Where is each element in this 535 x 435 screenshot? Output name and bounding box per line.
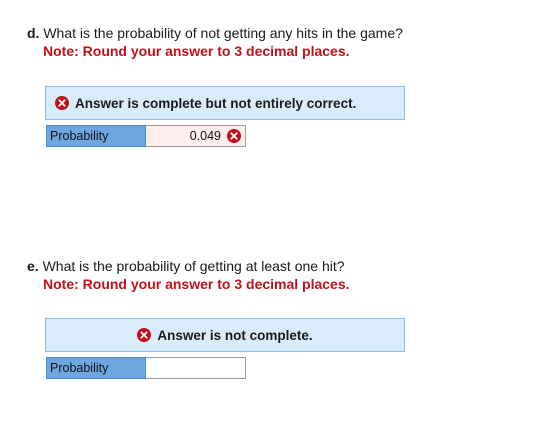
probability-input-e[interactable] [146,357,246,379]
question-e: e. What is the probability of getting at… [27,258,345,274]
probability-input-d[interactable]: 0.049 [146,125,246,147]
note-e: Note: Round your answer to 3 decimal pla… [43,276,350,292]
answer-row-e: Probability [46,357,246,379]
question-d: d. What is the probability of not gettin… [27,25,403,41]
probability-input-d-value: 0.049 [189,129,221,143]
feedback-banner-e-text: Answer is not complete. [157,327,313,343]
probability-label-e: Probability [46,357,146,379]
error-x-icon [137,328,152,342]
question-d-text: What is the probability of not getting a… [43,25,403,41]
feedback-banner-e: Answer is not complete. [45,318,405,352]
feedback-banner-d-text: Answer is complete but not entirely corr… [75,95,357,111]
question-e-text: What is the probability of getting at le… [42,258,345,274]
question-d-letter: d. [27,25,40,41]
note-d: Note: Round your answer to 3 decimal pla… [43,43,350,59]
question-e-letter: e. [27,258,39,274]
feedback-banner-d: Answer is complete but not entirely corr… [45,86,405,120]
answer-row-d: Probability 0.049 [46,125,246,147]
probability-label-d: Probability [46,125,146,147]
incorrect-x-icon [227,129,241,143]
error-x-icon [55,96,69,110]
